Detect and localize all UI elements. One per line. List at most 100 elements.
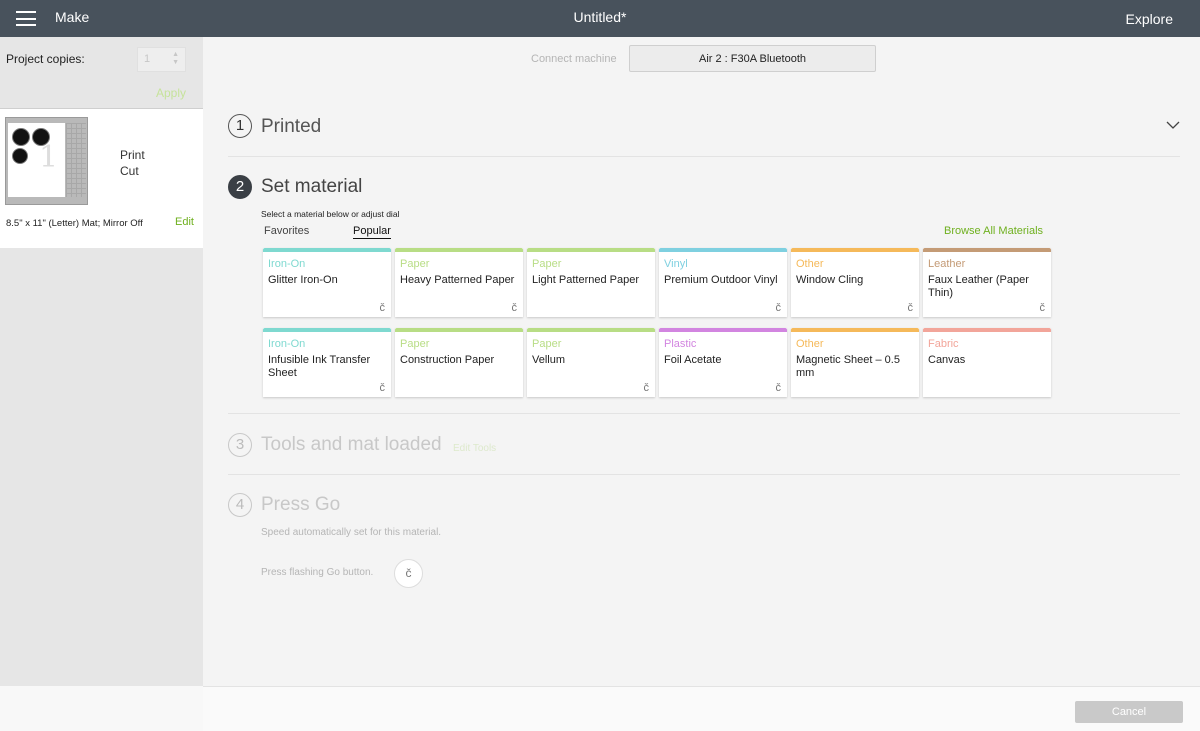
material-color-bar — [527, 248, 655, 252]
cricut-logo-icon: č — [643, 382, 650, 394]
material-category: Paper — [400, 258, 430, 270]
material-color-bar — [791, 248, 919, 252]
material-name: Construction Paper — [400, 354, 495, 366]
tab-favorites[interactable]: Favorites — [264, 225, 309, 237]
material-tile[interactable]: Paper Vellum č — [527, 328, 655, 397]
project-copies-panel: Project copies: 1 ▲ ▼ Apply — [0, 37, 203, 109]
print-label: Print — [120, 148, 145, 162]
material-category: Other — [796, 258, 824, 270]
material-color-bar — [527, 328, 655, 332]
project-title: Untitled* — [573, 9, 627, 25]
material-color-bar — [395, 248, 523, 252]
material-tile[interactable]: Vinyl Premium Outdoor Vinyl č — [659, 248, 787, 317]
cricut-logo-icon: č — [907, 302, 914, 314]
material-color-bar — [791, 328, 919, 332]
cut-label: Cut — [120, 164, 139, 178]
material-tile[interactable]: Other Window Cling č — [791, 248, 919, 317]
hamburger-menu-icon[interactable] — [16, 11, 36, 26]
material-name: Foil Acetate — [664, 354, 722, 366]
material-category: Paper — [532, 338, 562, 350]
material-tile[interactable]: Paper Construction Paper — [395, 328, 523, 397]
connect-machine-button[interactable]: Air 2 : F30A Bluetooth — [629, 45, 876, 72]
material-name: Canvas — [928, 354, 966, 366]
edit-tools-link[interactable]: Edit Tools — [453, 443, 496, 454]
material-tile[interactable]: Plastic Foil Acetate č — [659, 328, 787, 397]
press-go-text: Press flashing Go button. — [261, 567, 374, 578]
copies-value: 1 — [144, 53, 151, 65]
material-category: Iron-On — [268, 258, 306, 270]
material-name: Heavy Patterned Paper — [400, 274, 515, 286]
step-1-number: 1 — [228, 114, 252, 138]
material-color-bar — [263, 328, 391, 332]
chevron-down-icon[interactable] — [1166, 118, 1180, 132]
material-name: Magnetic Sheet – 0.5 mm — [796, 354, 900, 379]
material-hint: Select a material below or adjust dial — [261, 209, 400, 219]
material-category: Paper — [400, 338, 430, 350]
edit-mat-button[interactable]: Edit — [175, 216, 194, 228]
copies-stepper[interactable]: 1 ▲ ▼ — [137, 47, 186, 72]
sticker-shape — [12, 128, 30, 146]
section-divider — [228, 156, 1180, 157]
mat-preview-card[interactable]: 1 Print Cut 8.5" x 11" (Letter) Mat; Mir… — [0, 109, 203, 248]
material-category: Fabric — [928, 338, 959, 350]
step-2-number: 2 — [228, 175, 252, 199]
mat-grid — [66, 123, 86, 197]
mat-thumbnail[interactable]: 1 — [5, 117, 88, 205]
step-2-title: Set material — [261, 176, 363, 197]
material-category: Other — [796, 338, 824, 350]
cricut-logo-icon: č — [775, 302, 782, 314]
cricut-logo-icon: č — [1039, 302, 1046, 314]
sidebar-footer — [0, 686, 203, 731]
material-color-bar — [923, 248, 1051, 252]
material-color-bar — [659, 248, 787, 252]
material-tile[interactable]: Fabric Canvas — [923, 328, 1051, 397]
stepper-arrows-icon[interactable]: ▲ ▼ — [172, 51, 179, 67]
material-tile[interactable]: Paper Light Patterned Paper — [527, 248, 655, 317]
go-button-icon[interactable]: č — [394, 559, 423, 588]
speed-info-text: Speed automatically set for this materia… — [261, 527, 442, 538]
mat-number-icon: 1 — [39, 140, 59, 175]
connect-machine-label: Connect machine — [531, 53, 617, 65]
cancel-button[interactable]: Cancel — [1075, 701, 1183, 723]
cricut-logo-icon: č — [775, 382, 782, 394]
material-color-bar — [395, 328, 523, 332]
material-name: Glitter Iron-On — [268, 274, 338, 286]
mat-info-text: 8.5" x 11" (Letter) Mat; Mirror Off — [6, 218, 143, 229]
material-tile[interactable]: Other Magnetic Sheet – 0.5 mm — [791, 328, 919, 397]
material-category: Vinyl — [664, 258, 688, 270]
material-tile[interactable]: Iron-On Infusible Ink Transfer Sheet č — [263, 328, 391, 397]
bottom-bar: Cancel — [203, 686, 1200, 731]
explore-button[interactable]: Explore — [1126, 11, 1173, 27]
step-1-title: Printed — [261, 116, 322, 137]
material-name: Infusible Ink Transfer Sheet — [268, 354, 371, 379]
browse-all-materials-link[interactable]: Browse All Materials — [944, 225, 1043, 237]
material-category: Paper — [532, 258, 562, 270]
cricut-logo-icon: č — [379, 382, 386, 394]
material-name: Vellum — [532, 354, 566, 366]
material-tile[interactable]: Leather Faux Leather (Paper Thin) č — [923, 248, 1051, 317]
make-label: Make — [55, 9, 90, 25]
material-name: Premium Outdoor Vinyl — [664, 274, 778, 286]
step-4-number: 4 — [228, 493, 252, 517]
material-tile[interactable]: Iron-On Glitter Iron-On č — [263, 248, 391, 317]
step-3-number: 3 — [228, 433, 252, 457]
top-bar: Make Untitled* Explore — [0, 0, 1200, 37]
apply-button[interactable]: Apply — [156, 86, 186, 100]
material-name: Light Patterned Paper — [532, 274, 640, 286]
material-color-bar — [659, 328, 787, 332]
step-3-title: Tools and mat loaded — [261, 434, 442, 455]
project-copies-label: Project copies: — [6, 52, 85, 66]
section-divider — [228, 474, 1180, 475]
material-name: Window Cling — [796, 274, 864, 286]
material-category: Iron-On — [268, 338, 306, 350]
cricut-logo-icon: č — [511, 302, 518, 314]
sticker-shape — [12, 148, 28, 164]
sidebar: Project copies: 1 ▲ ▼ Apply 1 Print Cut 8… — [0, 37, 203, 731]
material-tile[interactable]: Paper Heavy Patterned Paper č — [395, 248, 523, 317]
material-category: Plastic — [664, 338, 697, 350]
material-name: Faux Leather (Paper Thin) — [928, 274, 1029, 299]
section-divider — [228, 413, 1180, 414]
material-category: Leather — [928, 258, 966, 270]
step-4-title: Press Go — [261, 494, 341, 515]
tab-popular[interactable]: Popular — [353, 225, 391, 239]
